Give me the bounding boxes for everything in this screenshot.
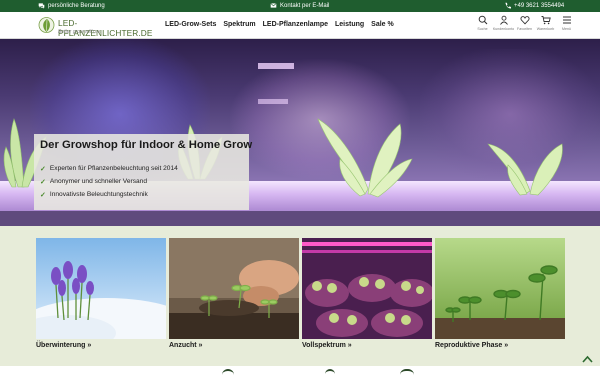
- scroll-to-top-chevron-icon[interactable]: [582, 355, 593, 364]
- category-card-anzucht[interactable]: Anzucht »: [169, 238, 299, 354]
- benefit-item: ✓ Innovativste Beleuchtungstechnik: [40, 191, 148, 199]
- hero-title: Der Growshop für Indoor & Home Grow: [40, 139, 253, 151]
- account-label: Kundenkonto: [492, 27, 515, 31]
- header-actions: Suche Kundenkonto Favoriten Warenkorb Me…: [474, 15, 575, 31]
- nav-led-pflanzenlampe[interactable]: LED-Pflanzenlampe: [263, 21, 328, 28]
- category-label[interactable]: Reproduktive Phase »: [435, 342, 508, 349]
- mail-icon: [270, 2, 277, 9]
- site-logo[interactable]: LED-PFLANZENLICHTER.DE Better grow with …: [38, 15, 168, 38]
- crocus-snow-image: [36, 238, 166, 339]
- check-icon: ✓: [40, 178, 46, 186]
- nav-spektrum[interactable]: Spektrum: [223, 21, 255, 28]
- category-label[interactable]: Vollspektrum »: [302, 342, 352, 349]
- benefit-item: ✓ Experten für Pflanzenbeleuchtung seit 2…: [40, 165, 178, 173]
- nav-led-grow-sets[interactable]: LED-Grow-Sets: [165, 21, 216, 28]
- category-card-ueberwinterung[interactable]: Überwinterung »: [36, 238, 166, 354]
- category-label[interactable]: Überwinterung »: [36, 342, 91, 349]
- benefit-item: ✓ Anonymer und schneller Versand: [40, 178, 148, 186]
- advice-text: persönliche Beratung: [48, 2, 105, 9]
- cart-button[interactable]: Warenkorb: [537, 15, 554, 31]
- phone-link[interactable]: +49 3621 3554494: [504, 2, 564, 9]
- contact-text: Kontakt per E-Mail: [280, 2, 330, 9]
- menu-label: Menü: [562, 27, 571, 31]
- contact-link[interactable]: Kontakt per E-Mail: [270, 2, 329, 9]
- bottom-section-edge: [0, 366, 600, 375]
- search-label: Suche: [477, 27, 488, 31]
- favorites-button[interactable]: Favoriten: [516, 15, 533, 31]
- search-icon: [478, 15, 487, 25]
- chat-icon: [38, 2, 45, 9]
- category-grid: Überwinterung » Anzucht » Vollspektrum »…: [36, 238, 566, 358]
- site-header: LED-PFLANZENLICHTER.DE Better grow with …: [0, 12, 600, 39]
- phone-text: +49 3621 3554494: [514, 2, 565, 9]
- heart-icon: [519, 16, 530, 25]
- person-icon: [499, 15, 508, 25]
- nav-leistung[interactable]: Leistung: [335, 21, 364, 28]
- category-card-reproduktive-phase[interactable]: Reproduktive Phase »: [435, 238, 565, 354]
- hero-benefits-list: ✓ Experten für Pflanzenbeleuchtung seit 2…: [40, 162, 178, 201]
- phone-icon: [504, 2, 511, 9]
- sprouts-soil-image: [435, 238, 565, 339]
- advice-link[interactable]: persönliche Beratung: [38, 2, 105, 9]
- search-button[interactable]: Suche: [474, 15, 491, 31]
- microgreens-led-image: [302, 238, 432, 339]
- check-icon: ✓: [40, 165, 46, 173]
- check-icon: ✓: [40, 191, 46, 199]
- brand-tagline: Better grow with us: [58, 29, 101, 35]
- account-button[interactable]: Kundenkonto: [492, 15, 515, 31]
- leaf-logo-icon: [38, 17, 55, 33]
- hero-banner[interactable]: Der Growshop für Indoor & Home Grow ✓ Exp…: [0, 39, 600, 226]
- main-nav: LED-Grow-Sets Spektrum LED-Pflanzenlampe…: [165, 21, 394, 28]
- category-card-vollspektrum[interactable]: Vollspektrum »: [302, 238, 432, 354]
- menu-icon: [562, 16, 571, 24]
- hero-info-box: Der Growshop für Indoor & Home Grow ✓ Exp…: [34, 134, 253, 210]
- cart-icon: [541, 16, 551, 25]
- top-info-bar: persönliche Beratung Kontakt per E-Mail …: [0, 0, 600, 12]
- seedling-hands-image: [169, 238, 299, 339]
- category-label[interactable]: Anzucht »: [169, 342, 202, 349]
- menu-button[interactable]: Menü: [558, 15, 575, 31]
- favorites-label: Favoriten: [517, 27, 532, 31]
- brand-name: LED-PFLANZENLICHTER.DE: [58, 18, 153, 38]
- cart-label: Warenkorb: [536, 27, 555, 31]
- nav-sale[interactable]: Sale %: [371, 21, 394, 28]
